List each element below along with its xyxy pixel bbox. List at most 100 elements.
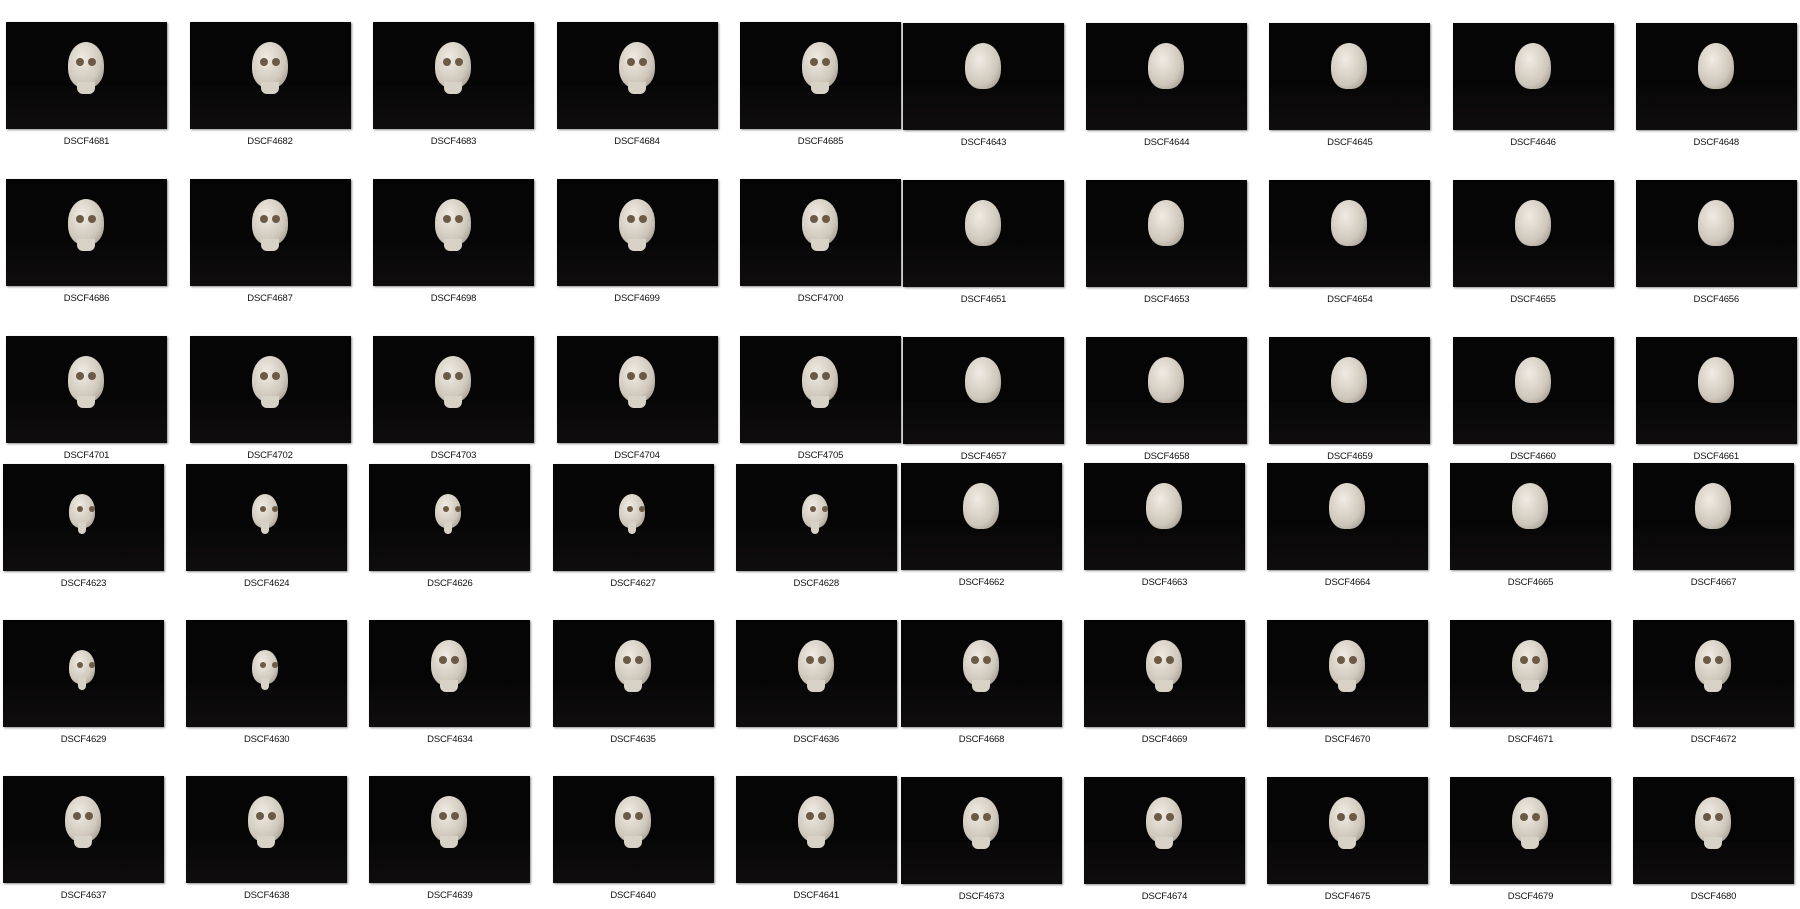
image-thumbnail[interactable]	[6, 22, 167, 129]
file-thumbnail-item[interactable]: DSCF4659	[1269, 337, 1431, 469]
image-thumbnail[interactable]	[901, 463, 1062, 570]
file-thumbnail-item[interactable]: DSCF4685	[740, 22, 901, 154]
file-thumbnail-item[interactable]: DSCF4682	[189, 22, 351, 154]
file-thumbnail-item[interactable]: DSCF4645	[1269, 23, 1431, 155]
image-thumbnail[interactable]	[6, 336, 167, 443]
file-thumbnail-item[interactable]: DSCF4699	[556, 179, 718, 311]
file-thumbnail-item[interactable]: DSCF4627	[552, 464, 714, 596]
image-thumbnail[interactable]	[1086, 337, 1248, 444]
image-thumbnail[interactable]	[373, 179, 534, 286]
image-thumbnail[interactable]	[373, 336, 534, 443]
image-thumbnail[interactable]	[189, 22, 351, 129]
file-thumbnail-item[interactable]: DSCF4643	[903, 23, 1064, 155]
file-thumbnail-item[interactable]: DSCF4661	[1635, 337, 1797, 469]
file-thumbnail-item[interactable]: DSCF4679	[1450, 777, 1611, 909]
file-thumbnail-item[interactable]: DSCF4663	[1084, 463, 1245, 595]
image-thumbnail[interactable]	[556, 336, 718, 443]
file-thumbnail-item[interactable]: DSCF4639	[369, 776, 531, 908]
image-thumbnail[interactable]	[1086, 23, 1248, 130]
image-thumbnail[interactable]	[552, 776, 714, 883]
file-thumbnail-item[interactable]: DSCF4668	[901, 620, 1062, 752]
file-thumbnail-item[interactable]: DSCF4656	[1635, 180, 1797, 312]
image-thumbnail[interactable]	[186, 464, 348, 571]
image-thumbnail[interactable]	[740, 336, 901, 443]
file-thumbnail-item[interactable]: DSCF4684	[556, 22, 718, 154]
file-thumbnail-item[interactable]: DSCF4662	[901, 463, 1062, 595]
file-thumbnail-item[interactable]: DSCF4673	[901, 777, 1062, 909]
file-thumbnail-item[interactable]: DSCF4660	[1452, 337, 1614, 469]
file-thumbnail-item[interactable]: DSCF4687	[189, 179, 351, 311]
image-thumbnail[interactable]	[3, 620, 164, 727]
image-thumbnail[interactable]	[1633, 463, 1794, 570]
image-thumbnail[interactable]	[1452, 337, 1614, 444]
file-thumbnail-item[interactable]: DSCF4637	[3, 776, 164, 908]
image-thumbnail[interactable]	[1633, 777, 1794, 884]
image-thumbnail[interactable]	[1450, 463, 1611, 570]
image-thumbnail[interactable]	[1269, 180, 1431, 287]
image-thumbnail[interactable]	[1635, 337, 1797, 444]
file-thumbnail-item[interactable]: DSCF4700	[740, 179, 901, 311]
file-thumbnail-item[interactable]: DSCF4683	[373, 22, 534, 154]
file-thumbnail-item[interactable]: DSCF4646	[1452, 23, 1614, 155]
file-thumbnail-item[interactable]: DSCF4658	[1086, 337, 1248, 469]
file-thumbnail-item[interactable]: DSCF4672	[1633, 620, 1794, 752]
file-thumbnail-item[interactable]: DSCF4635	[552, 620, 714, 752]
image-thumbnail[interactable]	[1269, 337, 1431, 444]
image-thumbnail[interactable]	[1267, 463, 1428, 570]
image-thumbnail[interactable]	[901, 777, 1062, 884]
file-thumbnail-item[interactable]: DSCF4680	[1633, 777, 1794, 909]
file-thumbnail-item[interactable]: DSCF4629	[3, 620, 164, 752]
image-thumbnail[interactable]	[1269, 23, 1431, 130]
image-thumbnail[interactable]	[901, 620, 1062, 727]
image-thumbnail[interactable]	[189, 179, 351, 286]
file-thumbnail-item[interactable]: DSCF4638	[186, 776, 348, 908]
file-thumbnail-item[interactable]: DSCF4654	[1269, 180, 1431, 312]
file-thumbnail-item[interactable]: DSCF4686	[6, 179, 167, 311]
image-thumbnail[interactable]	[186, 776, 348, 883]
image-thumbnail[interactable]	[1635, 180, 1797, 287]
image-thumbnail[interactable]	[740, 22, 901, 129]
image-thumbnail[interactable]	[740, 179, 901, 286]
image-thumbnail[interactable]	[3, 464, 164, 571]
file-thumbnail-item[interactable]: DSCF4671	[1450, 620, 1611, 752]
image-thumbnail[interactable]	[1633, 620, 1794, 727]
image-thumbnail[interactable]	[1450, 777, 1611, 884]
file-thumbnail-item[interactable]: DSCF4701	[6, 336, 167, 468]
image-thumbnail[interactable]	[1267, 777, 1428, 884]
file-thumbnail-item[interactable]: DSCF4653	[1086, 180, 1248, 312]
image-thumbnail[interactable]	[1084, 620, 1245, 727]
image-thumbnail[interactable]	[1452, 180, 1614, 287]
image-thumbnail[interactable]	[556, 22, 718, 129]
image-thumbnail[interactable]	[552, 620, 714, 727]
file-thumbnail-item[interactable]: DSCF4651	[903, 180, 1064, 312]
file-thumbnail-item[interactable]: DSCF4665	[1450, 463, 1611, 595]
image-thumbnail[interactable]	[1267, 620, 1428, 727]
image-thumbnail[interactable]	[903, 337, 1064, 444]
image-thumbnail[interactable]	[186, 620, 348, 727]
image-thumbnail[interactable]	[369, 464, 531, 571]
file-thumbnail-item[interactable]: DSCF4667	[1633, 463, 1794, 595]
file-thumbnail-item[interactable]: DSCF4644	[1086, 23, 1248, 155]
file-thumbnail-item[interactable]: DSCF4704	[556, 336, 718, 468]
image-thumbnail[interactable]	[1635, 23, 1797, 130]
image-thumbnail[interactable]	[1084, 777, 1245, 884]
image-thumbnail[interactable]	[1084, 463, 1245, 570]
file-thumbnail-item[interactable]: DSCF4670	[1267, 620, 1428, 752]
image-thumbnail[interactable]	[6, 179, 167, 286]
image-thumbnail[interactable]	[1452, 23, 1614, 130]
image-thumbnail[interactable]	[3, 776, 164, 883]
image-thumbnail[interactable]	[556, 179, 718, 286]
file-thumbnail-item[interactable]: DSCF4630	[186, 620, 348, 752]
file-thumbnail-item[interactable]: DSCF4675	[1267, 777, 1428, 909]
file-thumbnail-item[interactable]: DSCF4624	[186, 464, 348, 596]
image-thumbnail[interactable]	[552, 464, 714, 571]
file-thumbnail-item[interactable]: DSCF4681	[6, 22, 167, 154]
image-thumbnail[interactable]	[735, 464, 897, 571]
file-thumbnail-item[interactable]: DSCF4705	[740, 336, 901, 468]
file-thumbnail-item[interactable]: DSCF4669	[1084, 620, 1245, 752]
image-thumbnail[interactable]	[903, 180, 1064, 287]
file-thumbnail-item[interactable]: DSCF4634	[369, 620, 531, 752]
file-thumbnail-item[interactable]: DSCF4657	[903, 337, 1064, 469]
image-thumbnail[interactable]	[369, 776, 531, 883]
file-thumbnail-item[interactable]: DSCF4640	[552, 776, 714, 908]
